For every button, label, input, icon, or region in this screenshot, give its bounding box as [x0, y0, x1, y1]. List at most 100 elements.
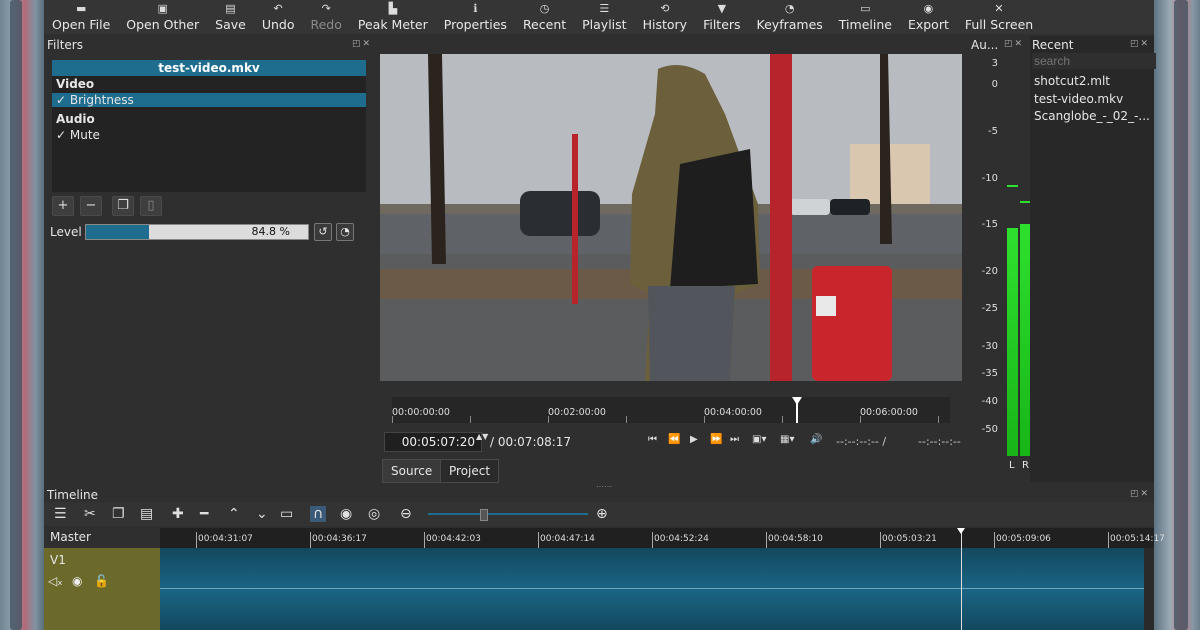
dock-float-close-icon[interactable]: ◰✕ — [1130, 39, 1150, 49]
skip-next-icon[interactable]: ⏭ — [730, 434, 739, 445]
timeline-ruler[interactable]: 00:04:31:07 00:04:36:17 00:04:42:03 00:0… — [160, 528, 1165, 549]
filter-item-brightness[interactable]: ✓ Brightness — [52, 93, 366, 107]
properties-button[interactable]: ℹ Properties — [436, 0, 515, 34]
open-other-button[interactable]: ▣ Open Other — [118, 0, 207, 34]
paste-filter-button[interactable]: ▯ — [140, 196, 162, 216]
dock-float-close-icon[interactable]: ◰✕ — [1130, 489, 1150, 499]
video-preview[interactable] — [380, 54, 962, 381]
video-frame — [380, 54, 962, 381]
history-button[interactable]: ⟲ History — [635, 0, 695, 34]
menu-icon[interactable]: ☰ — [54, 506, 67, 522]
db-scale-label: -10 — [981, 173, 998, 184]
zoom-slider[interactable] — [428, 513, 588, 515]
reset-level-button[interactable]: ↺ — [314, 223, 332, 241]
check-icon[interactable]: ✓ — [56, 93, 66, 107]
volume-icon[interactable]: 🔊 — [810, 434, 822, 445]
db-scale-label: -15 — [981, 219, 998, 230]
redo-button[interactable]: ↷ Redo — [302, 0, 349, 34]
undo-button[interactable]: ↶ Undo — [254, 0, 303, 34]
skip-previous-icon[interactable]: ⏮ — [648, 434, 657, 445]
copy-icon[interactable]: ❐ — [112, 506, 125, 522]
recent-panel: Recent ◰✕ shotcut2.mlt test-video.mkv Sc… — [1030, 36, 1156, 482]
split-icon[interactable]: ▭ — [280, 506, 293, 522]
append-icon[interactable]: ✚ — [172, 506, 184, 522]
export-button[interactable]: ◉ Export — [900, 0, 957, 34]
ripple-target-icon[interactable]: ◎ — [368, 506, 380, 522]
timeline-playhead-marker[interactable] — [957, 528, 965, 534]
ruler-tick — [310, 532, 311, 548]
rewind-icon[interactable]: ⏪ — [668, 434, 680, 445]
fast-forward-icon[interactable]: ⏩ — [710, 434, 722, 445]
video-clip[interactable] — [160, 548, 1144, 630]
level-label: Level — [50, 225, 82, 239]
dock-float-close-icon[interactable]: ◰✕ — [352, 39, 372, 49]
recent-item[interactable]: test-video.mkv — [1034, 92, 1123, 106]
wallpaper-tree — [1174, 0, 1188, 630]
timeline-playhead[interactable] — [961, 528, 962, 630]
timecode-spinner-icon[interactable]: ▲▼ — [476, 432, 488, 441]
keyframes-button[interactable]: ◔ Keyframes — [749, 0, 831, 34]
recent-search-input[interactable] — [1032, 53, 1156, 69]
db-scale-label: 0 — [991, 79, 998, 90]
recent-item[interactable]: Scanglobe_-_02_-... — [1034, 109, 1150, 123]
playlist-button[interactable]: ☰ Playlist — [574, 0, 634, 34]
lock-icon[interactable]: 🔓 — [94, 574, 109, 588]
timeline-ruler-label: 00:05:14:17 — [1110, 534, 1165, 544]
dock-float-close-icon[interactable]: ◰✕ — [1004, 39, 1024, 49]
cut-icon[interactable]: ✂ — [84, 506, 96, 522]
full-screen-button[interactable]: ✕ Full Screen — [957, 0, 1041, 34]
check-icon[interactable]: ✓ — [56, 128, 66, 142]
play-icon[interactable]: ▶ — [690, 434, 698, 445]
ruler-tick — [538, 532, 539, 548]
timeline-ruler-label: 00:04:47:14 — [540, 534, 595, 544]
left-channel-label: L — [1009, 460, 1015, 471]
meter-icon: ▙ — [388, 2, 398, 15]
zoom-in-icon[interactable]: ⊕ — [596, 506, 608, 522]
tab-source[interactable]: Source — [382, 459, 442, 483]
zoom-slider-handle[interactable] — [480, 509, 488, 521]
ripple-delete-icon[interactable]: ━ — [200, 506, 208, 522]
overwrite-icon[interactable]: ⌄ — [256, 506, 268, 522]
recent-item[interactable]: shotcut2.mlt — [1034, 74, 1110, 88]
track-header-v1[interactable]: V1 ◁ₓ ◉ 🔓 — [44, 548, 160, 630]
shotcut-window: ▬ Open File ▣ Open Other ▤ Save ↶ Undo ↷ Redo… — [44, 0, 1165, 630]
remove-filter-button[interactable]: − — [80, 196, 102, 216]
out-point-timecode: --:--:--:-- — [918, 435, 961, 448]
timeline-vertical-scrollbar[interactable] — [1144, 548, 1154, 630]
tab-project[interactable]: Project — [440, 459, 500, 483]
filter-item-mute[interactable]: ✓ Mute — [52, 128, 366, 142]
level-value: 84.8 % — [251, 225, 290, 238]
paste-icon[interactable]: ▤ — [140, 506, 153, 522]
ruler-tick — [880, 532, 881, 548]
scrub-eye-icon[interactable]: ◉ — [340, 506, 352, 522]
copy-filter-button[interactable]: ❐ — [112, 196, 134, 216]
file-plus-icon: ▣ — [157, 2, 168, 15]
filters-button[interactable]: ▼ Filters — [695, 0, 748, 34]
zoom-icon[interactable]: ▣▾ — [752, 434, 766, 445]
snap-magnet-icon[interactable]: ∩ — [310, 506, 327, 522]
ruler-tick — [652, 532, 653, 548]
level-slider[interactable]: 84.8 % — [85, 224, 309, 240]
timeline-button[interactable]: ▭ Timeline — [831, 0, 900, 34]
lift-icon[interactable]: ⌃ — [228, 506, 240, 522]
clip-waveform-line — [160, 588, 1144, 589]
total-duration: / 00:07:08:17 — [490, 435, 572, 449]
undo-icon: ↶ — [273, 2, 283, 15]
save-button[interactable]: ▤ Save — [207, 0, 254, 34]
keyframe-level-button[interactable]: ◔ — [336, 223, 354, 241]
master-track-header[interactable]: Master — [44, 528, 160, 548]
mute-icon[interactable]: ◁ₓ — [48, 574, 63, 588]
open-file-button[interactable]: ▬ Open File — [44, 0, 118, 34]
history-icon: ⟲ — [660, 2, 670, 15]
add-filter-button[interactable]: + — [52, 196, 74, 216]
db-scale-label: -30 — [981, 341, 998, 352]
viewer-ruler-label: 00:04:00:00 — [704, 407, 762, 418]
timeline-title: Timeline — [47, 488, 99, 502]
recent-button[interactable]: ◷ Recent — [515, 0, 574, 34]
zoom-out-icon[interactable]: ⊖ — [400, 506, 412, 522]
viewer-ruler[interactable]: 00:00:00:00 00:02:00:00 00:04:00:00 00:0… — [392, 397, 950, 423]
current-timecode-field[interactable]: 00:05:07:20 — [384, 432, 482, 452]
eye-icon[interactable]: ◉ — [72, 574, 82, 588]
peak-meter-button[interactable]: ▙ Peak Meter — [350, 0, 436, 34]
grid-icon[interactable]: ▦▾ — [780, 434, 794, 445]
